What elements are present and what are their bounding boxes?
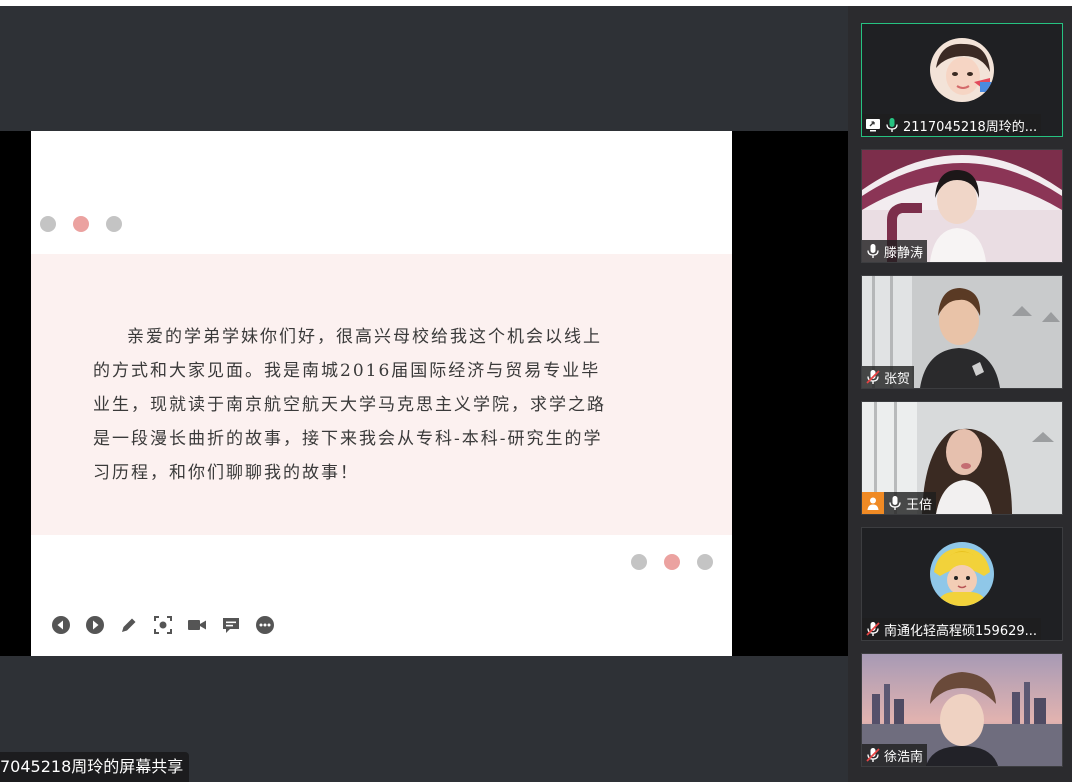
decor-dot [73,216,89,232]
slide-text-band: 亲爱的学弟学妹你们好，很高兴母校给我这个机会以线上的方式和大家见面。我是南城20… [31,254,732,535]
participant-name-bar: 2117045218周玲的... [862,114,1042,136]
decor-dots-bottom [631,554,713,570]
participant-tile[interactable]: 张贺 [861,275,1063,389]
participant-name-bar: 王倍 [862,492,937,514]
participant-name-bar: 南通化轻高程硕159629... [862,618,1042,640]
participant-name: 王倍 [906,497,933,513]
mic-active-icon [884,117,900,133]
participant-tile[interactable]: 徐浩南 [861,653,1063,767]
comment-icon[interactable] [221,615,241,635]
participant-tile[interactable]: 南通化轻高程硕159629... [861,527,1063,641]
prev-icon[interactable] [51,615,71,635]
presentation-controls [51,615,275,635]
participant-name: 滕静涛 [884,245,924,261]
camera-icon[interactable] [187,615,207,635]
mic-muted-icon [865,621,881,637]
participant-name-bar: 徐浩南 [862,744,928,766]
avatar [930,38,994,102]
participant-name: 2117045218周玲的... [903,119,1038,135]
mic-muted-icon [865,747,881,763]
participant-name-bar: 滕静涛 [862,240,928,262]
participant-name-bar: 张贺 [862,366,915,388]
decor-dot [40,216,56,232]
screen-share-icon [865,117,881,133]
decor-dot [631,554,647,570]
participant-name: 南通化轻高程硕159629... [884,623,1038,639]
decor-dot [106,216,122,232]
slide-paragraph: 亲爱的学弟学妹你们好，很高兴母校给我这个机会以线上的方式和大家见面。我是南城20… [93,327,606,483]
pen-icon[interactable] [119,615,139,635]
participants-panel: 2117045218周玲的... 滕静涛 张贺 王倍 南通化轻高程硕159629… [848,6,1072,782]
more-icon[interactable] [255,615,275,635]
next-icon[interactable] [85,615,105,635]
mic-muted-icon [865,369,881,385]
mic-icon [887,495,903,511]
participant-name: 张贺 [884,371,911,387]
shared-slide: 亲爱的学弟学妹你们好，很高兴母校给我这个机会以线上的方式和大家见面。我是南城20… [31,131,732,656]
participant-tile[interactable]: 2117045218周玲的... [861,23,1063,137]
avatar [930,542,994,606]
focus-icon[interactable] [153,615,173,635]
decor-dot [664,554,680,570]
decor-dots-top [40,216,122,232]
participant-tile[interactable]: 滕静涛 [861,149,1063,263]
participant-name: 徐浩南 [884,749,924,765]
participant-tile[interactable]: 王倍 [861,401,1063,515]
mic-icon [865,243,881,259]
decor-dot [697,554,713,570]
screen-share-label: 7045218周玲的屏幕共享 [0,752,190,782]
host-icon [862,492,884,514]
